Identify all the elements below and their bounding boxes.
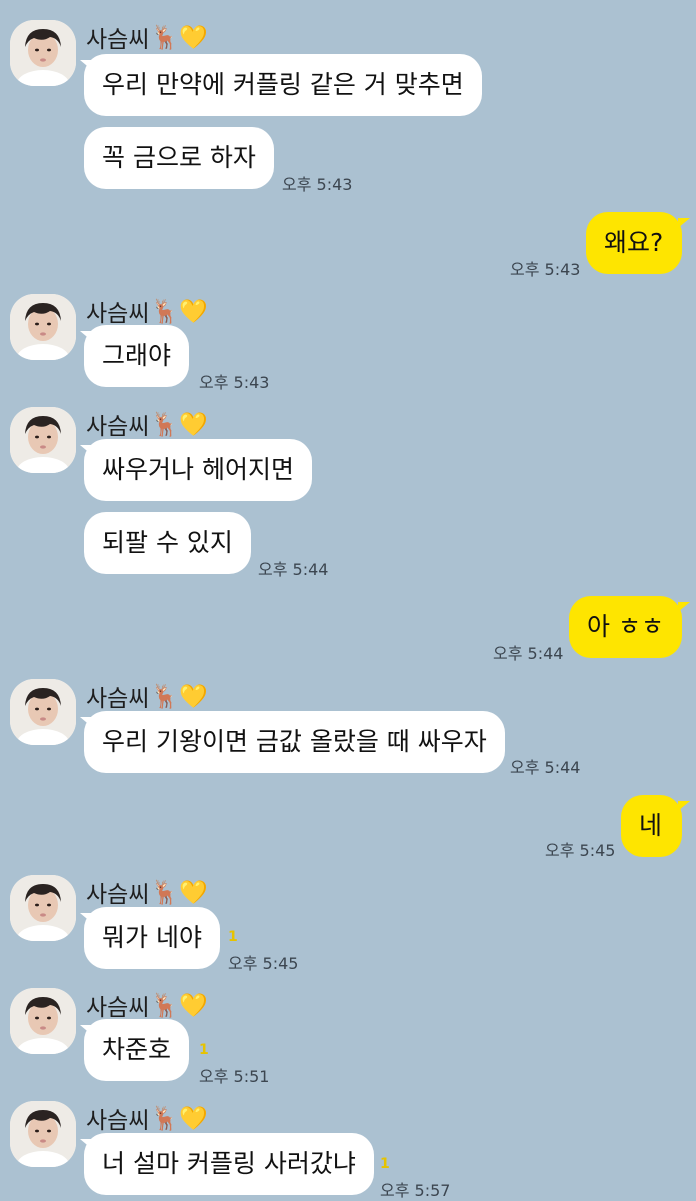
avatar[interactable] (10, 875, 76, 941)
timestamp: 오후 5:44 (510, 758, 581, 777)
sender-name: 사슴씨 🦌💛 (86, 298, 208, 328)
sender-name: 사슴씨 🦌💛 (86, 992, 208, 1022)
timestamp: 오후 5:44 (493, 644, 564, 663)
message-bubble[interactable]: 뭐가 네야 (84, 907, 220, 969)
timestamp: 오후 5:57 (380, 1181, 451, 1200)
avatar[interactable] (10, 294, 76, 360)
avatar[interactable] (10, 20, 76, 86)
avatar[interactable] (10, 988, 76, 1054)
my-message-bubble[interactable]: 왜요? (586, 212, 682, 274)
timestamp: 오후 5:51 (199, 1067, 270, 1086)
timestamp: 오후 5:43 (510, 260, 581, 279)
message-bubble[interactable]: 꼭 금으로 하자 (84, 127, 274, 189)
avatar[interactable] (10, 407, 76, 473)
message-bubble[interactable]: 너 설마 커플링 사러갔냐 (84, 1133, 374, 1195)
sender-name: 사슴씨 🦌💛 (86, 879, 208, 909)
sender-name: 사슴씨 🦌💛 (86, 683, 208, 713)
message-bubble[interactable]: 우리 기왕이면 금값 올랐을 때 싸우자 (84, 711, 505, 773)
timestamp: 오후 5:43 (282, 175, 353, 194)
timestamp: 오후 5:45 (545, 841, 616, 860)
message-bubble[interactable]: 그래야 (84, 325, 190, 387)
message-bubble[interactable]: 우리 만약에 커플링 같은 거 맞추면 (84, 54, 482, 116)
my-message-bubble[interactable]: 네 (621, 795, 682, 857)
unread-count: 1 (199, 1042, 209, 1058)
message-bubble[interactable]: 싸우거나 헤어지면 (84, 439, 312, 501)
unread-count: 1 (228, 929, 238, 945)
timestamp: 오후 5:44 (258, 560, 329, 579)
my-message-bubble[interactable]: 아 ㅎㅎ (569, 596, 682, 658)
unread-count: 1 (380, 1156, 390, 1172)
timestamp: 오후 5:45 (228, 954, 299, 973)
sender-name: 사슴씨 🦌💛 (86, 24, 208, 54)
avatar[interactable] (10, 679, 76, 745)
sender-name: 사슴씨 🦌💛 (86, 1105, 208, 1135)
message-bubble[interactable]: 되팔 수 있지 (84, 512, 251, 574)
sender-name: 사슴씨 🦌💛 (86, 411, 208, 441)
message-bubble[interactable]: 차준호 (84, 1019, 190, 1081)
timestamp: 오후 5:43 (199, 373, 270, 392)
avatar[interactable] (10, 1101, 76, 1167)
